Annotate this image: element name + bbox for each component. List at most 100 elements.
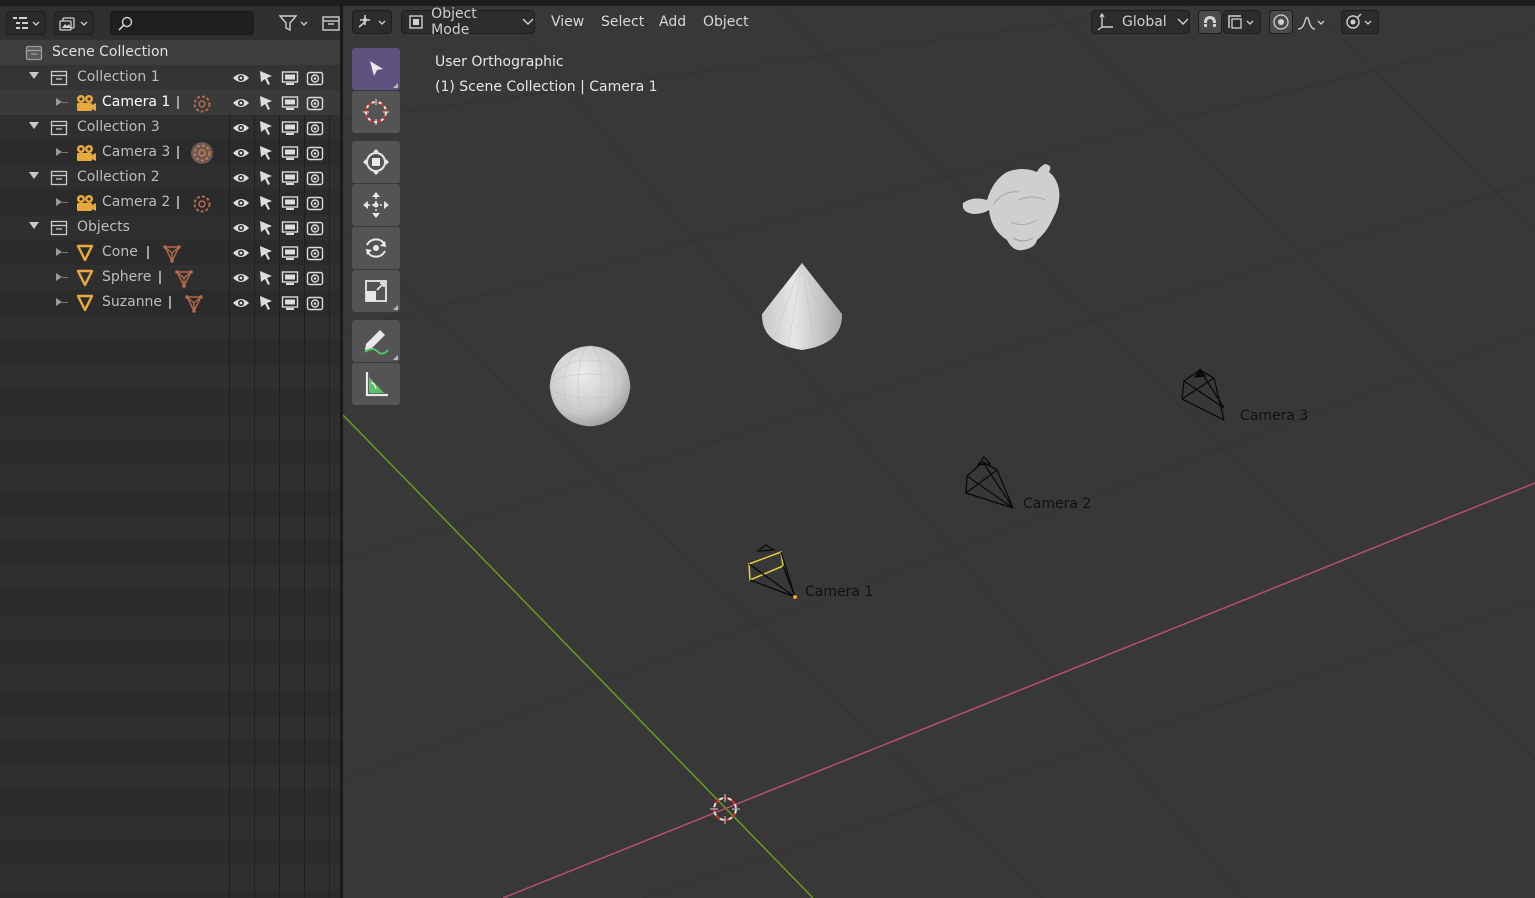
visibility-eye-icon[interactable] [232,269,250,287]
mesh-object-icon [76,294,94,312]
menu-object[interactable]: Object [703,14,749,30]
render-camera-icon[interactable] [306,194,324,212]
collapse-toggle[interactable] [29,172,39,179]
chevron-down-icon [1177,18,1189,25]
outliner-row-camera-3[interactable]: Camera 3 [0,140,340,165]
camera-data-aperture-icon[interactable] [190,141,214,165]
viewport-display-icon[interactable] [281,169,299,187]
camera-label: Camera 1 [102,94,171,110]
snap-toggle[interactable] [1198,10,1222,34]
filter-button[interactable] [274,11,314,35]
mesh-data-icon[interactable] [184,294,204,314]
visibility-eye-icon[interactable] [232,244,250,262]
outliner-row-camera-1[interactable]: Camera 1 [0,90,340,115]
render-camera-icon[interactable] [306,94,324,112]
menu-view[interactable]: View [551,14,584,30]
visibility-eye-icon[interactable] [232,219,250,237]
render-camera-icon[interactable] [306,244,324,262]
scene-collection-row[interactable]: Scene Collection [0,40,340,65]
selectable-arrow-icon[interactable] [257,94,275,112]
mesh-data-icon[interactable] [174,269,194,289]
outliner-row-sphere[interactable]: Sphere [0,265,340,290]
scale-tool[interactable] [352,270,400,312]
viewport-display-icon[interactable] [281,269,299,287]
outliner-row-collection-2[interactable]: Collection 2 [0,165,340,190]
search-text[interactable] [137,14,247,32]
filter-icon [278,15,308,32]
visibility-eye-icon[interactable] [232,144,250,162]
visibility-eye-icon[interactable] [232,119,250,137]
mesh-label: Suzanne [102,294,163,310]
proportional-editing-toggle[interactable] [1269,10,1293,34]
camera-object-icon [77,195,96,211]
falloff-dropdown[interactable] [1294,10,1332,34]
transform-orientation-dropdown[interactable]: Global [1091,10,1190,34]
ruler-icon [365,372,388,397]
selectable-arrow-icon[interactable] [257,294,275,312]
snap-target-dropdown[interactable] [1223,10,1261,34]
outliner-row-cone[interactable]: Cone [0,240,340,265]
menu-add[interactable]: Add [659,14,686,30]
menu-select[interactable]: Select [601,14,644,30]
collapse-toggle[interactable] [29,72,39,79]
visibility-eye-icon[interactable] [232,94,250,112]
tree-line [62,277,68,278]
viewport-display-icon[interactable] [281,94,299,112]
visibility-eye-icon[interactable] [232,294,250,312]
move-tool[interactable] [352,184,400,226]
3d-viewport[interactable]: Camera 1 Camera 2 Camera 3 Object Mode V… [343,0,1535,898]
selectable-arrow-icon[interactable] [257,219,275,237]
rotate-tool[interactable] [352,227,400,269]
collapse-toggle[interactable] [29,222,39,229]
selectable-arrow-icon[interactable] [257,119,275,137]
render-camera-icon[interactable] [306,144,324,162]
cursor-tool[interactable] [352,91,400,133]
select-box-tool[interactable] [352,48,400,90]
viewport-display-icon[interactable] [281,244,299,262]
render-camera-icon[interactable] [306,119,324,137]
editor-type-button[interactable] [352,10,392,34]
display-mode-button[interactable] [54,11,94,35]
render-camera-icon[interactable] [306,69,324,87]
new-collection-button[interactable] [320,11,342,35]
render-camera-icon[interactable] [306,169,324,187]
visibility-eye-icon[interactable] [232,194,250,212]
measure-tool[interactable] [352,363,400,405]
collection-label: Collection 1 [77,69,160,85]
editor-type-button[interactable] [6,11,46,35]
transform-tool[interactable] [352,141,400,183]
render-camera-icon[interactable] [306,294,324,312]
viewport-display-icon[interactable] [281,219,299,237]
outliner-row-objects[interactable]: Objects [0,215,340,240]
selectable-arrow-icon[interactable] [257,169,275,187]
camera-data-aperture-icon[interactable] [192,94,212,114]
camera-data-aperture-icon[interactable] [192,194,212,214]
selectable-arrow-icon[interactable] [257,144,275,162]
viewport-display-icon[interactable] [281,144,299,162]
object-mode-dropdown[interactable]: Object Mode [401,6,535,38]
selectable-arrow-icon[interactable] [257,69,275,87]
outliner-row-collection-3[interactable]: Collection 3 [0,115,340,140]
annotate-tool[interactable] [352,320,400,362]
sphere-object[interactable] [549,345,631,427]
selectable-arrow-icon[interactable] [257,269,275,287]
viewport-display-icon[interactable] [281,69,299,87]
gizmo-dropdown[interactable] [1341,10,1379,34]
render-camera-icon[interactable] [306,219,324,237]
falloff-curve-icon [1297,16,1325,30]
viewport-info-overlay: User Orthographic (1) Scene Collection |… [435,50,658,100]
outliner-search-input[interactable] [110,11,254,35]
viewport-display-icon[interactable] [281,194,299,212]
mesh-data-icon[interactable] [162,244,182,264]
outliner-row-camera-2[interactable]: Camera 2 [0,190,340,215]
visibility-eye-icon[interactable] [232,69,250,87]
outliner-row-collection-1[interactable]: Collection 1 [0,65,340,90]
viewport-display-icon[interactable] [281,119,299,137]
selectable-arrow-icon[interactable] [257,244,275,262]
render-camera-icon[interactable] [306,269,324,287]
outliner-row-suzanne[interactable]: Suzanne [0,290,340,315]
visibility-eye-icon[interactable] [232,169,250,187]
viewport-display-icon[interactable] [281,294,299,312]
collapse-toggle[interactable] [29,122,39,129]
selectable-arrow-icon[interactable] [257,194,275,212]
